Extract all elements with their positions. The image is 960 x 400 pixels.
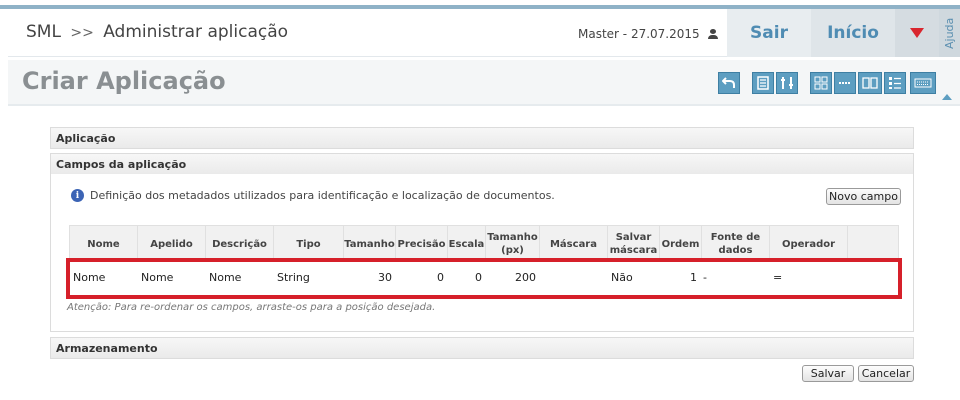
triangle-down-icon	[910, 28, 924, 38]
document-list-icon	[757, 76, 769, 90]
bullet-list-icon	[889, 77, 901, 89]
panel-armazenamento[interactable]: Armazenamento	[50, 337, 914, 359]
keyboard-button[interactable]	[910, 72, 936, 94]
col-ordem: Ordem	[660, 226, 702, 262]
reorder-note: Atenção: Para re-ordenar os campos, arra…	[67, 302, 436, 313]
dotted-line-icon	[839, 82, 851, 84]
campos-panel-body: i Definição dos metadados utilizados par…	[50, 174, 914, 332]
separator-button[interactable]	[834, 72, 856, 94]
info-message: i Definição dos metadados utilizados par…	[71, 189, 555, 202]
user-info: Master - 27.07.2015	[578, 27, 718, 41]
col-actions	[848, 226, 900, 262]
col-descricao: Descrição	[206, 226, 274, 262]
undo-icon	[722, 77, 735, 88]
page-title: Criar Aplicação	[22, 67, 226, 95]
user-icon	[707, 29, 718, 39]
user-info-text: Master - 27.07.2015	[578, 27, 700, 41]
breadcrumb-separator: >>	[70, 25, 94, 41]
panel-aplicacao[interactable]: Aplicação	[50, 127, 914, 149]
collapse-up-icon[interactable]	[942, 94, 952, 100]
col-fonte-dados: Fonte de dados	[702, 226, 770, 262]
undo-button[interactable]	[718, 72, 740, 94]
salvar-button[interactable]: Salvar	[802, 365, 854, 382]
breadcrumb: SML >> Administrar aplicação	[26, 22, 288, 42]
row-highlight-box	[66, 258, 902, 299]
detail-list-button[interactable]	[884, 72, 906, 94]
col-operador: Operador	[770, 226, 848, 262]
inicio-button[interactable]: Início	[811, 9, 895, 57]
breadcrumb-root[interactable]: SML	[26, 22, 61, 42]
menu-dropdown-button[interactable]	[895, 9, 939, 57]
col-apelido: Apelido	[138, 226, 206, 262]
col-tipo: Tipo	[274, 226, 344, 262]
breadcrumb-current: Administrar aplicação	[103, 22, 289, 42]
book-button[interactable]	[858, 72, 882, 94]
col-tamanho-px: Tamanho (px)	[486, 226, 540, 262]
fields-table-header: Nome Apelido Descrição Tipo Tamanho Prec…	[69, 225, 900, 262]
panel-campos[interactable]: Campos da aplicação	[50, 153, 914, 175]
info-icon: i	[71, 189, 84, 202]
tools-icon	[781, 77, 793, 89]
col-salvar-mascara: Salvar máscara	[608, 226, 660, 262]
tools-button[interactable]	[776, 72, 798, 94]
col-nome: Nome	[70, 226, 138, 262]
grid-icon	[814, 76, 828, 90]
col-escala: Escala	[448, 226, 486, 262]
sair-button[interactable]: Sair	[727, 9, 811, 57]
grid-view-button[interactable]	[810, 72, 832, 94]
title-bar: Criar Aplicação	[8, 60, 960, 106]
app-header: SML >> Administrar aplicação Master - 27…	[8, 9, 960, 57]
col-tamanho: Tamanho	[344, 226, 396, 262]
col-mascara: Máscara	[540, 226, 608, 262]
info-text: Definição dos metadados utilizados para …	[90, 189, 555, 202]
col-precisao: Precisão	[396, 226, 448, 262]
cancelar-button[interactable]: Cancelar	[858, 365, 914, 382]
keyboard-icon	[914, 78, 932, 88]
list-view-button[interactable]	[752, 72, 774, 94]
ajuda-tab[interactable]: Ajuda	[939, 9, 960, 57]
book-icon	[862, 77, 878, 89]
novo-campo-button[interactable]: Novo campo	[826, 188, 901, 205]
